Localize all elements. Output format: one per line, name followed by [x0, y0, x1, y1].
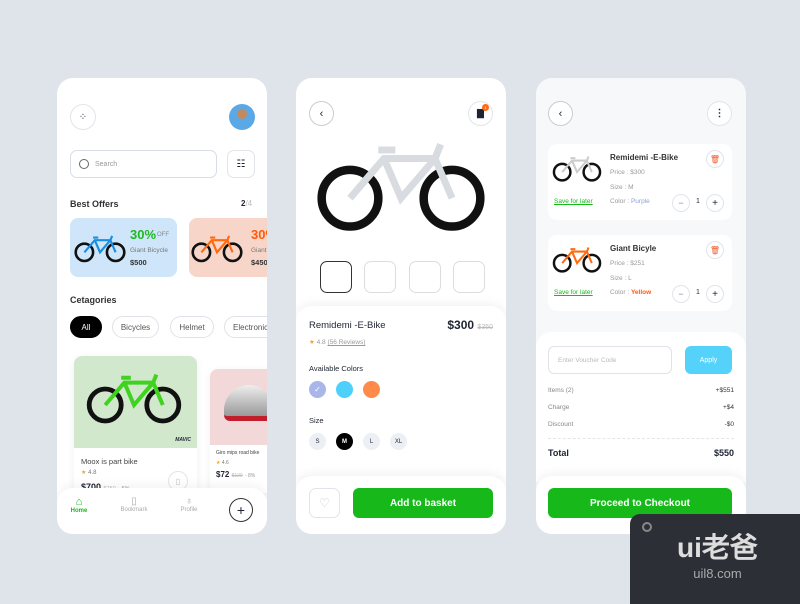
- add-button[interactable]: +: [229, 498, 253, 522]
- color-swatch[interactable]: [363, 381, 380, 398]
- decrease-button[interactable]: −: [672, 194, 690, 212]
- total-row: Total $550: [548, 448, 734, 458]
- size-l[interactable]: L: [363, 433, 380, 450]
- chevron-left-icon: ‹: [319, 107, 324, 120]
- product-card[interactable]: Giro mips road bike ★ 4.6 $72 $120 - 8%: [210, 369, 267, 493]
- home-screen: ⁘ Search ☷ Best Offers 2/4 30% OFF Giant…: [57, 78, 267, 534]
- more-button[interactable]: ⋮: [707, 101, 732, 126]
- star-icon: ★: [81, 470, 87, 476]
- category-electronics[interactable]: Electronics: [224, 316, 267, 338]
- summary-panel: Enter Voucher Code Apply Items (2) +$551 …: [536, 332, 746, 482]
- filter-icon: ☷: [236, 158, 246, 170]
- avatar[interactable]: [229, 104, 255, 130]
- trash-icon: 🗑: [709, 154, 721, 164]
- more-vertical-icon: ⋮: [714, 108, 725, 119]
- watermark: ui老爸 uil8.com: [630, 514, 800, 604]
- detail-panel: Remidemi -E-Bike $300 $350 ★ 4.8 (56 Rev…: [296, 306, 506, 476]
- increase-button[interactable]: +: [706, 194, 724, 212]
- product-card[interactable]: MAVIC Moox is part bike ★ 4.8 $700 $750 …: [74, 356, 197, 506]
- quantity: 1: [696, 198, 700, 205]
- detail-screen: ‹ ▇ 1 Remidemi -E-Bike $300 $350 ★ 4.8 (5…: [296, 78, 506, 534]
- home-icon: ⌂: [75, 496, 83, 508]
- cart-button[interactable]: ▇ 1: [468, 101, 493, 126]
- bike-image: [552, 246, 602, 273]
- cart-badge: 1: [482, 104, 489, 111]
- quantity: 1: [696, 289, 700, 296]
- section-title: Cetagories: [70, 295, 117, 305]
- helmet-image: [224, 385, 267, 421]
- filter-button[interactable]: ☷: [227, 150, 255, 178]
- nav-home[interactable]: ⌂ Home: [67, 496, 91, 514]
- decrease-button[interactable]: −: [672, 285, 690, 303]
- category-bicycles[interactable]: Bicycles: [112, 316, 159, 338]
- add-to-basket-button[interactable]: Add to basket: [353, 488, 493, 518]
- cart-item: Save for later Remidemi -E-Bike Price : …: [548, 144, 732, 220]
- summary-row: Discount -$0: [548, 421, 734, 428]
- thumbnail-1[interactable]: [320, 261, 352, 293]
- trash-icon: 🗑: [709, 245, 721, 255]
- section-title: Best Offers: [70, 199, 119, 209]
- color-swatch-selected[interactable]: ✓: [309, 381, 326, 398]
- reviews-link[interactable]: (56 Reviews): [328, 339, 366, 346]
- bookmark-icon: ▯: [131, 496, 137, 507]
- search-icon: [79, 159, 89, 169]
- bike-image: [86, 368, 182, 426]
- nav-bookmark[interactable]: ▯ Bookmark: [117, 496, 151, 513]
- offer-pager: 2/4: [241, 199, 253, 208]
- category-all[interactable]: All: [70, 316, 102, 338]
- product-image: [316, 134, 486, 234]
- star-icon: ★: [309, 339, 315, 346]
- menu-dots-icon[interactable]: ⁘: [70, 104, 96, 130]
- size-s[interactable]: S: [309, 433, 326, 450]
- profile-icon: ♁: [185, 496, 193, 507]
- star-icon: ★: [216, 460, 221, 466]
- nav-profile[interactable]: ♁ Profile: [175, 496, 203, 513]
- product-name: Remidemi -E-Bike: [309, 320, 386, 331]
- thumbnail-3[interactable]: [409, 261, 441, 293]
- category-helmet[interactable]: Helmet: [170, 316, 214, 338]
- cart-item: Save for later Giant Bicyle Price : $251…: [548, 235, 732, 311]
- save-for-later-link[interactable]: Save for later: [554, 289, 593, 296]
- plus-icon: +: [236, 502, 246, 518]
- save-for-later-link[interactable]: Save for later: [554, 198, 593, 205]
- thumbnail-4[interactable]: [453, 261, 485, 293]
- bookmark-icon: ▯: [175, 476, 181, 486]
- voucher-input[interactable]: Enter Voucher Code: [548, 346, 672, 374]
- thumbnail-2[interactable]: [364, 261, 396, 293]
- bike-image: [74, 234, 126, 263]
- color-swatch[interactable]: [336, 381, 353, 398]
- product-price: $300: [447, 318, 475, 332]
- chevron-left-icon: ‹: [558, 107, 563, 120]
- back-button[interactable]: ‹: [548, 101, 573, 126]
- bike-image: [552, 155, 602, 182]
- summary-row: Items (2) +$551: [548, 387, 734, 394]
- offer-card[interactable]: 30% Giant $450: [189, 218, 267, 277]
- size-xl[interactable]: XL: [390, 433, 407, 450]
- offer-card[interactable]: 30% OFF Giant Bicycle $500: [70, 218, 177, 277]
- heart-icon: ♡: [319, 496, 330, 510]
- bottom-nav: ⌂ Home ▯ Bookmark ♁ Profile +: [57, 488, 267, 534]
- delete-button[interactable]: 🗑: [706, 150, 724, 168]
- size-m[interactable]: M: [336, 433, 353, 450]
- increase-button[interactable]: +: [706, 285, 724, 303]
- summary-row: Charge +$4: [548, 404, 734, 411]
- apply-button[interactable]: Apply: [685, 346, 732, 374]
- search-input[interactable]: Search: [70, 150, 217, 178]
- cart-screen: ‹ ⋮ Save for later Remidemi -E-Bike Pric…: [536, 78, 746, 534]
- wishlist-button[interactable]: ♡: [309, 488, 340, 518]
- back-button[interactable]: ‹: [309, 101, 334, 126]
- delete-button[interactable]: 🗑: [706, 241, 724, 259]
- bike-image: [191, 234, 243, 263]
